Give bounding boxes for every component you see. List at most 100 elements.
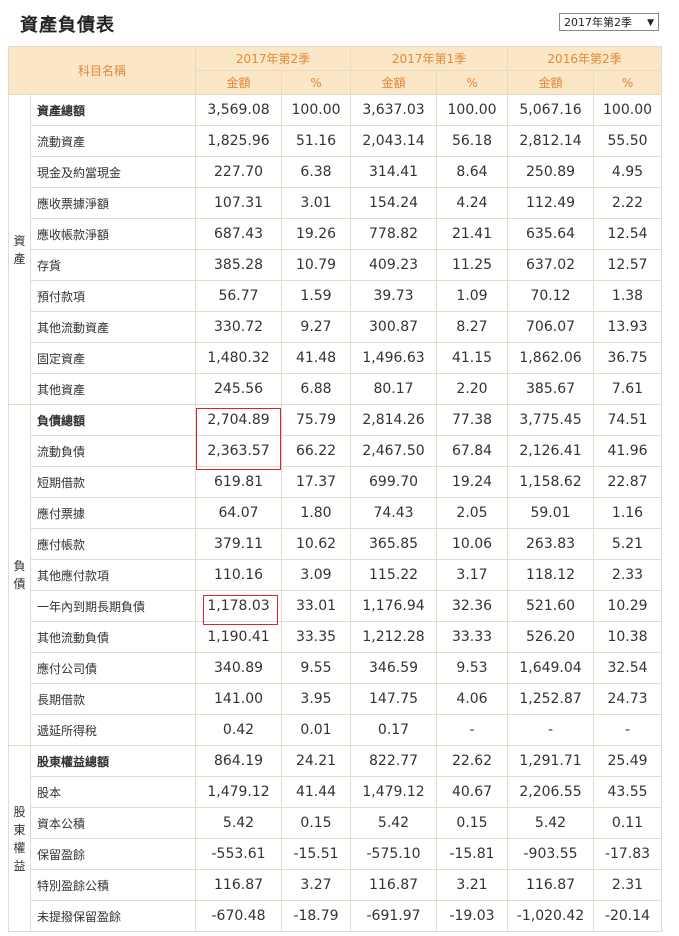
percent-cell: 0.01 xyxy=(281,714,352,746)
period-select[interactable]: 2017年第2季 ▼ xyxy=(559,13,659,31)
percent-cell: 10.62 xyxy=(281,528,352,560)
percent-cell: 56.18 xyxy=(436,125,509,157)
percent-header: % xyxy=(281,70,352,95)
item-name: 應付公司債 xyxy=(29,652,197,684)
amount-cell: 2,126.41 xyxy=(507,435,595,467)
group-label: 負 債 xyxy=(8,404,31,746)
table-row: 流動負債 2,363.57 66.22 2,467.50 67.84 2,126.41 41… xyxy=(9,435,663,467)
percent-cell: 24.21 xyxy=(281,745,352,777)
percent-cell: 77.38 xyxy=(436,404,509,436)
percent-cell: 10.29 xyxy=(593,590,663,622)
amount-cell: 365.85 xyxy=(350,528,438,560)
amount-cell: 619.81 xyxy=(195,466,283,498)
table-row: 應收帳款淨額 687.43 19.26 778.82 21.41 635.64 12.54 xyxy=(9,218,663,250)
percent-cell: 4.06 xyxy=(436,683,509,715)
percent-cell: -17.83 xyxy=(593,838,663,870)
percent-cell: 8.27 xyxy=(436,311,509,343)
percent-cell: 40.67 xyxy=(436,776,509,808)
percent-cell: - xyxy=(593,714,663,746)
amount-cell: 1,190.41 xyxy=(195,621,283,653)
item-name: 資產總額 xyxy=(29,94,197,126)
table-row: 應付公司債 340.89 9.55 346.59 9.53 1,649.04 32.54 xyxy=(9,652,663,684)
percent-cell: 36.75 xyxy=(593,342,663,374)
item-name: 資本公積 xyxy=(29,807,197,839)
percent-cell: 3.21 xyxy=(436,869,509,901)
amount-cell: -691.97 xyxy=(350,900,438,932)
amount-cell: 409.23 xyxy=(350,249,438,281)
percent-cell: 33.35 xyxy=(281,621,352,653)
amount-cell: 1,479.12 xyxy=(195,776,283,808)
table-row: 保留盈餘 -553.61 -15.51 -575.10 -15.81 -903.55 -17… xyxy=(9,838,663,870)
amount-cell: 1,862.06 xyxy=(507,342,595,374)
percent-cell: 33.01 xyxy=(281,590,352,622)
percent-cell: 32.36 xyxy=(436,590,509,622)
table-row: 其他流動負債 1,190.41 33.35 1,212.28 33.33 526.20 10… xyxy=(9,621,663,653)
item-name: 流動資產 xyxy=(29,125,197,157)
percent-cell: 22.62 xyxy=(436,745,509,777)
table-row: 其他應付款項 110.16 3.09 115.22 3.17 118.12 2.33 xyxy=(9,559,663,591)
amount-cell: 385.28 xyxy=(195,249,283,281)
table-row: 資 產資產總額 3,569.08 100.00 3,637.03 100.00 5,067… xyxy=(8,94,663,405)
amount-cell: 521.60 xyxy=(507,590,595,622)
percent-cell: 1.80 xyxy=(281,497,352,529)
percent-cell: 2.05 xyxy=(436,497,509,529)
amount-cell: -670.48 xyxy=(195,900,283,932)
amount-cell: 39.73 xyxy=(350,280,438,312)
table-row: 特別盈餘公積 116.87 3.27 116.87 3.21 116.87 2.31 xyxy=(9,869,663,901)
item-name: 其他資產 xyxy=(29,373,197,405)
percent-cell: 2.22 xyxy=(593,187,663,219)
item-name: 存貨 xyxy=(29,249,197,281)
amount-cell: 2,206.55 xyxy=(507,776,595,808)
percent-cell: -19.03 xyxy=(436,900,509,932)
table-row: 現金及約當現金 227.70 6.38 314.41 8.64 250.89 4.95 xyxy=(9,156,663,188)
table-row: 一年內到期長期負債 1,178.03 33.01 1,176.94 32.36 521.6… xyxy=(9,590,663,622)
amount-cell: 59.01 xyxy=(507,497,595,529)
amount-cell: 637.02 xyxy=(507,249,595,281)
item-name: 遞延所得稅 xyxy=(29,714,197,746)
amount-cell: 699.70 xyxy=(350,466,438,498)
amount-cell: 141.00 xyxy=(195,683,283,715)
item-name: 預付款項 xyxy=(29,280,197,312)
percent-cell: 0.15 xyxy=(436,807,509,839)
amount-cell: 706.07 xyxy=(507,311,595,343)
percent-cell: 75.79 xyxy=(281,404,352,436)
amount-cell: 154.24 xyxy=(350,187,438,219)
percent-cell: 21.41 xyxy=(436,218,509,250)
amount-cell: 346.59 xyxy=(350,652,438,684)
amount-cell: 1,178.03 xyxy=(195,590,283,622)
percent-cell: 55.50 xyxy=(593,125,663,157)
amount-cell: 118.12 xyxy=(507,559,595,591)
percent-cell: 41.15 xyxy=(436,342,509,374)
item-name: 其他流動負債 xyxy=(29,621,197,653)
percent-cell: 12.57 xyxy=(593,249,663,281)
item-name: 未提撥保留盈餘 xyxy=(29,900,197,932)
amount-cell: 2,043.14 xyxy=(350,125,438,157)
amount-cell: 1,649.04 xyxy=(507,652,595,684)
amount-cell: 227.70 xyxy=(195,156,283,188)
amount-cell: 5.42 xyxy=(350,807,438,839)
item-name: 其他流動資產 xyxy=(29,311,197,343)
item-name: 特別盈餘公積 xyxy=(29,869,197,901)
amount-cell: 864.19 xyxy=(195,745,283,777)
percent-cell: 9.53 xyxy=(436,652,509,684)
percent-cell: -15.81 xyxy=(436,838,509,870)
percent-cell: 2.33 xyxy=(593,559,663,591)
percent-cell: 32.54 xyxy=(593,652,663,684)
percent-cell: 41.96 xyxy=(593,435,663,467)
percent-cell: 11.25 xyxy=(436,249,509,281)
amount-cell: 2,363.57 xyxy=(195,435,283,467)
amount-cell: 2,704.89 xyxy=(195,404,283,436)
percent-cell: 10.79 xyxy=(281,249,352,281)
item-name: 應收票據淨額 xyxy=(29,187,197,219)
percent-cell: - xyxy=(436,714,509,746)
item-name: 流動負債 xyxy=(29,435,197,467)
percent-cell: 13.93 xyxy=(593,311,663,343)
table-row: 股本 1,479.12 41.44 1,479.12 40.67 2,206.55 43.5… xyxy=(9,776,663,808)
percent-cell: 41.44 xyxy=(281,776,352,808)
table-row: 應收票據淨額 107.31 3.01 154.24 4.24 112.49 2.22 xyxy=(9,187,663,219)
percent-cell: 4.95 xyxy=(593,156,663,188)
amount-cell: 5,067.16 xyxy=(507,94,595,126)
percent-cell: 10.38 xyxy=(593,621,663,653)
percent-cell: 0.11 xyxy=(593,807,663,839)
amount-cell: 687.43 xyxy=(195,218,283,250)
